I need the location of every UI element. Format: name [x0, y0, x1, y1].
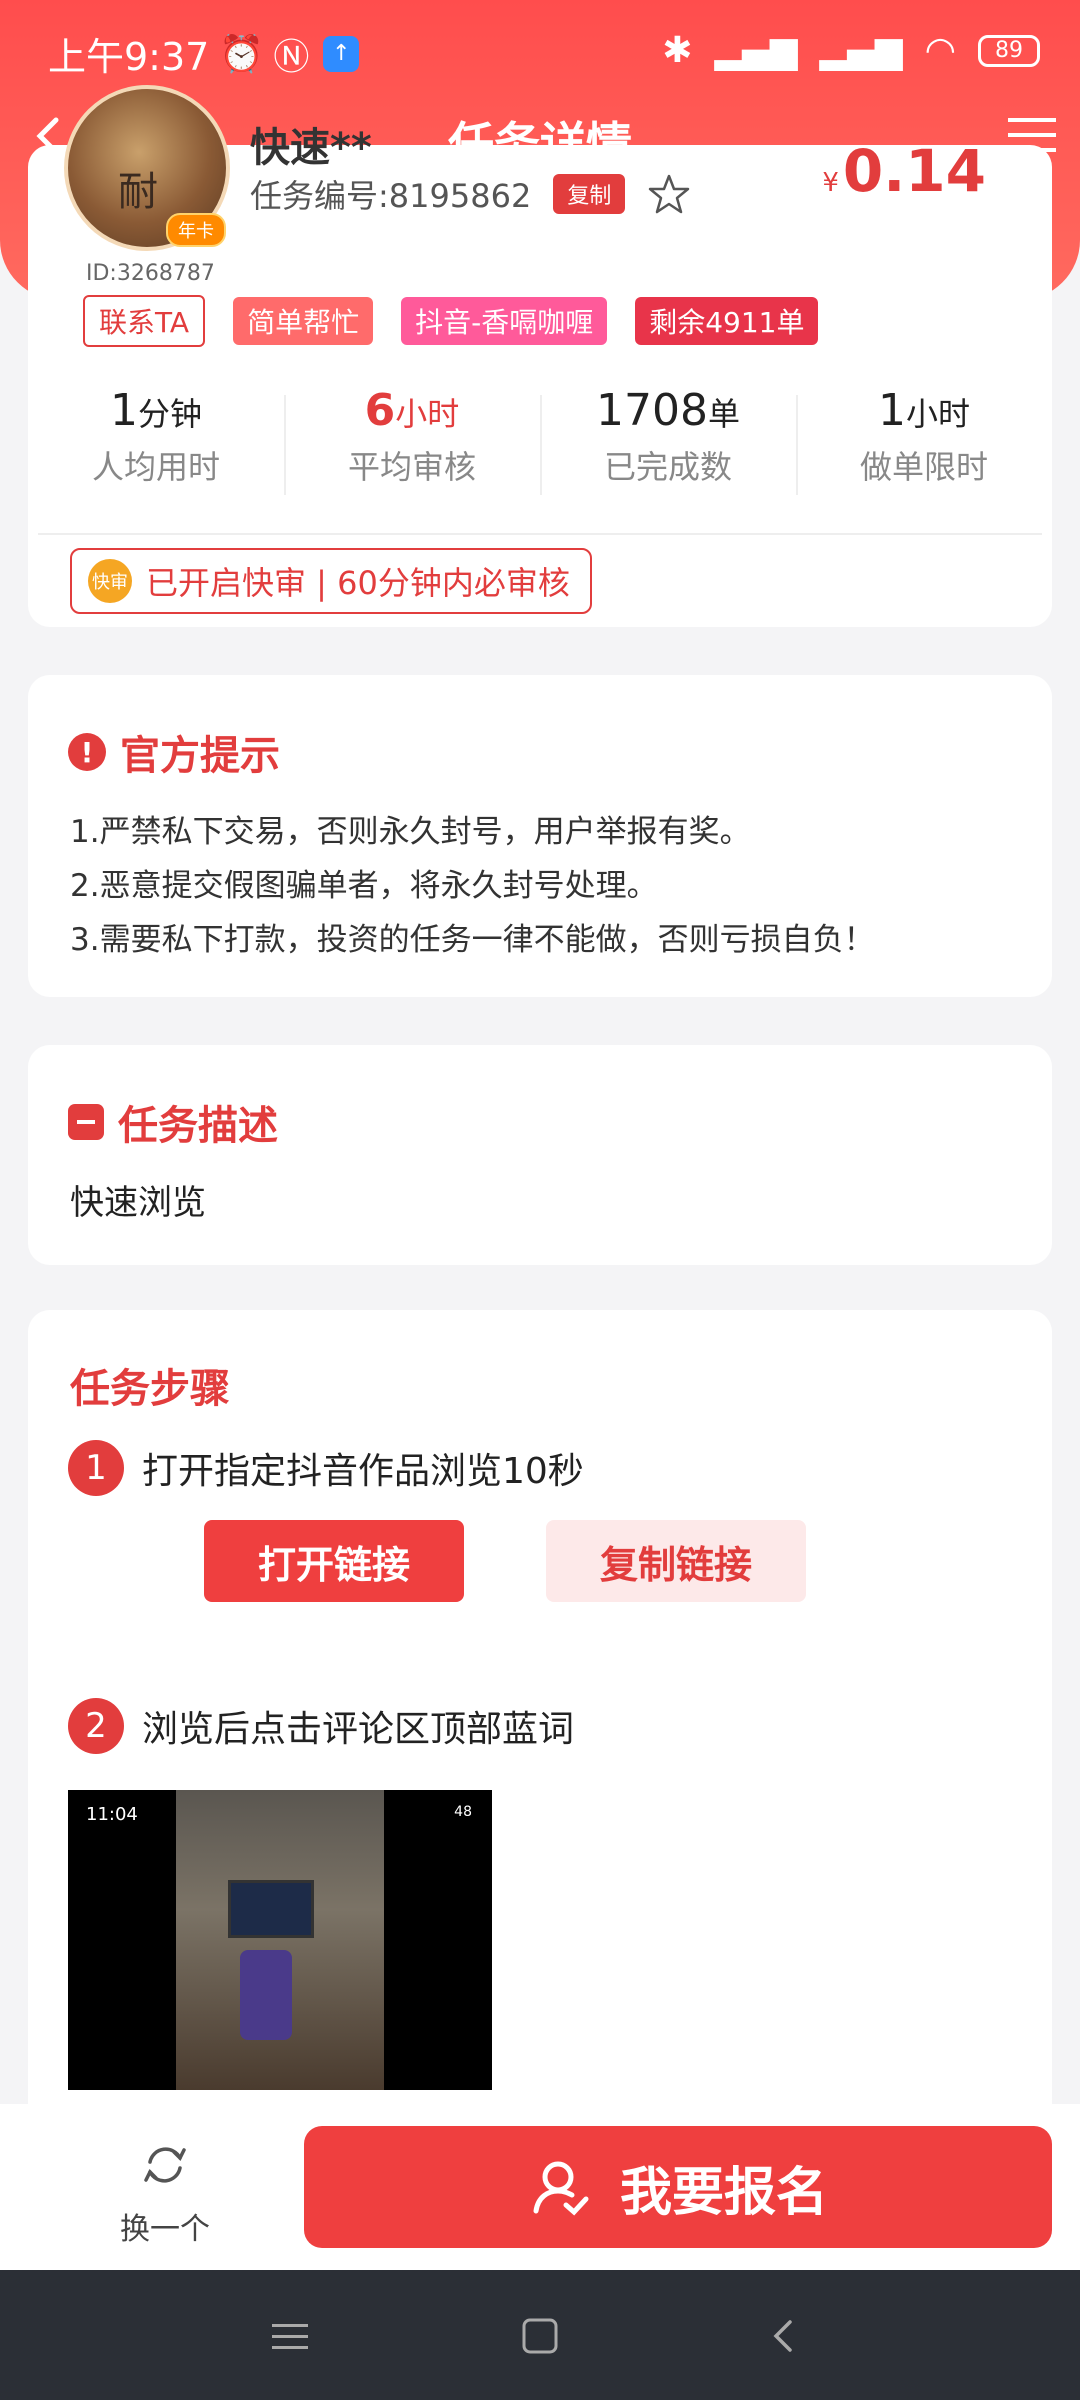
- bottom-action-bar: 换一个 我要报名: [0, 2104, 1080, 2270]
- step-text: 浏览后点击评论区顶部蓝词: [142, 1709, 575, 1750]
- task-steps-card: 任务步骤 1 打开指定抖音作品浏览10秒 打开链接 复制链接 2 浏览后点击评论…: [28, 1310, 1052, 2130]
- description-text: 快速浏览: [70, 1183, 206, 1223]
- alarm-icon: ⏰: [218, 33, 264, 75]
- tips-title: ! 官方提示: [68, 723, 280, 781]
- tag-row: 联系TA 简单帮忙 抖音-香嗝咖喱 剩余4911单: [83, 295, 819, 347]
- tip-item: 3.需要私下打款，投资的任务一律不能做，否则亏损自负！: [70, 922, 875, 958]
- signup-button[interactable]: 我要报名: [304, 2126, 1052, 2248]
- task-number-row: 任务编号:8195862 复制: [250, 171, 691, 217]
- tag-simple-help: 简单帮忙: [233, 297, 374, 345]
- favorite-star-icon[interactable]: [647, 172, 691, 216]
- steps-title: 任务步骤: [70, 1366, 230, 1412]
- stat-avg-time: 1分钟 人均用时: [91, 385, 220, 486]
- task-price: ¥0.14: [822, 137, 986, 205]
- stat-time-limit: 1小时 做单限时: [796, 385, 1052, 495]
- screenshot-battery: 48: [454, 1804, 472, 1820]
- description-title: 任务描述: [68, 1093, 278, 1151]
- vip-badge: 年卡: [166, 213, 226, 247]
- example-screenshot[interactable]: 11:04 48: [68, 1790, 492, 2090]
- battery-icon: 89: [978, 34, 1040, 67]
- copy-link-button[interactable]: 复制链接: [546, 1520, 806, 1602]
- status-time: 上午9:37: [48, 35, 210, 79]
- step-2: 2 浏览后点击评论区顶部蓝词: [68, 1698, 574, 1754]
- stat-completed: 1708单 已完成数: [540, 385, 796, 495]
- open-link-button[interactable]: 打开链接: [204, 1520, 464, 1602]
- avatar-image: 耐: [118, 169, 158, 215]
- screenshot-video-frame: [176, 1790, 384, 2090]
- tips-list: 1.严禁私下交易，否则永久封号，用户举报有奖。 2.恶意提交假图骗单者，将永久封…: [70, 805, 1022, 967]
- contact-button[interactable]: 联系TA: [83, 295, 206, 347]
- tip-item: 2.恶意提交假图骗单者，将永久封号处理。: [70, 868, 658, 904]
- switch-label: 换一个: [120, 2212, 210, 2247]
- currency-symbol: ¥: [822, 168, 839, 198]
- description-icon: [68, 1104, 104, 1140]
- screenshot-tv: [228, 1880, 314, 1938]
- back-nav-icon[interactable]: [760, 2312, 808, 2360]
- stats-row: 1分钟 人均用时 6小时 平均审核 1708单 已完成数 1小时 做单限时: [28, 385, 1052, 495]
- step-text: 打开指定抖音作品浏览10秒: [142, 1451, 584, 1492]
- step-1: 1 打开指定抖音作品浏览10秒: [68, 1440, 584, 1496]
- screenshot-time: 11:04: [86, 1804, 138, 1825]
- tip-item: 1.严禁私下交易，否则永久封号，用户举报有奖。: [70, 814, 751, 850]
- refresh-icon: [144, 2147, 186, 2183]
- home-nav-icon[interactable]: [516, 2312, 564, 2360]
- signal-icon: ▂▄▆: [714, 30, 798, 71]
- user-name: 快速**: [250, 125, 372, 171]
- tag-remaining: 剩余4911单: [635, 297, 819, 345]
- warning-icon: !: [68, 733, 106, 771]
- tag-platform: 抖音-香嗝咖喱: [401, 297, 608, 345]
- user-check-icon: [533, 2161, 589, 2216]
- price-value: 0.14: [842, 137, 986, 205]
- divider: [38, 533, 1042, 535]
- task-description-card: 任务描述 快速浏览: [28, 1045, 1052, 1265]
- menu-nav-icon[interactable]: [266, 2312, 314, 2360]
- system-navigation-bar: [0, 2270, 1080, 2400]
- bluetooth-icon: ✱: [662, 30, 693, 71]
- upload-icon: ↑: [323, 35, 360, 72]
- screenshot-phone: [240, 1950, 292, 2040]
- switch-task-button[interactable]: 换一个: [80, 2138, 250, 2248]
- copy-button[interactable]: 复制: [553, 174, 626, 214]
- task-number: 任务编号:8195862: [250, 177, 532, 215]
- user-id: ID:3268787: [86, 261, 215, 286]
- fast-review-text: 已开启快审 | 60分钟内必审核: [146, 564, 570, 602]
- stat-avg-review: 6小时 平均审核: [284, 385, 540, 495]
- step-number: 1: [68, 1440, 124, 1496]
- task-info-card: 耐 年卡 ID:3268787 快速** 任务编号:8195862 复制 ¥0.…: [28, 85, 1052, 627]
- official-tips-card: ! 官方提示 1.严禁私下交易，否则永久封号，用户举报有奖。 2.恶意提交假图骗…: [28, 675, 1052, 997]
- fast-review-icon: 快审: [88, 559, 132, 603]
- status-bar: 上午9:37 ⏰ Ⓝ ↑ ✱ ▂▄▆ ▂▄▆ ◠ 89: [0, 0, 1080, 100]
- fast-review-badge: 快审 已开启快审 | 60分钟内必审核: [70, 548, 592, 614]
- wifi-icon: ◠: [924, 30, 956, 71]
- signup-label: 我要报名: [619, 2162, 828, 2223]
- nfc-icon: Ⓝ: [273, 36, 310, 78]
- step-number: 2: [68, 1698, 124, 1754]
- signal-icon-2: ▂▄▆: [819, 30, 903, 71]
